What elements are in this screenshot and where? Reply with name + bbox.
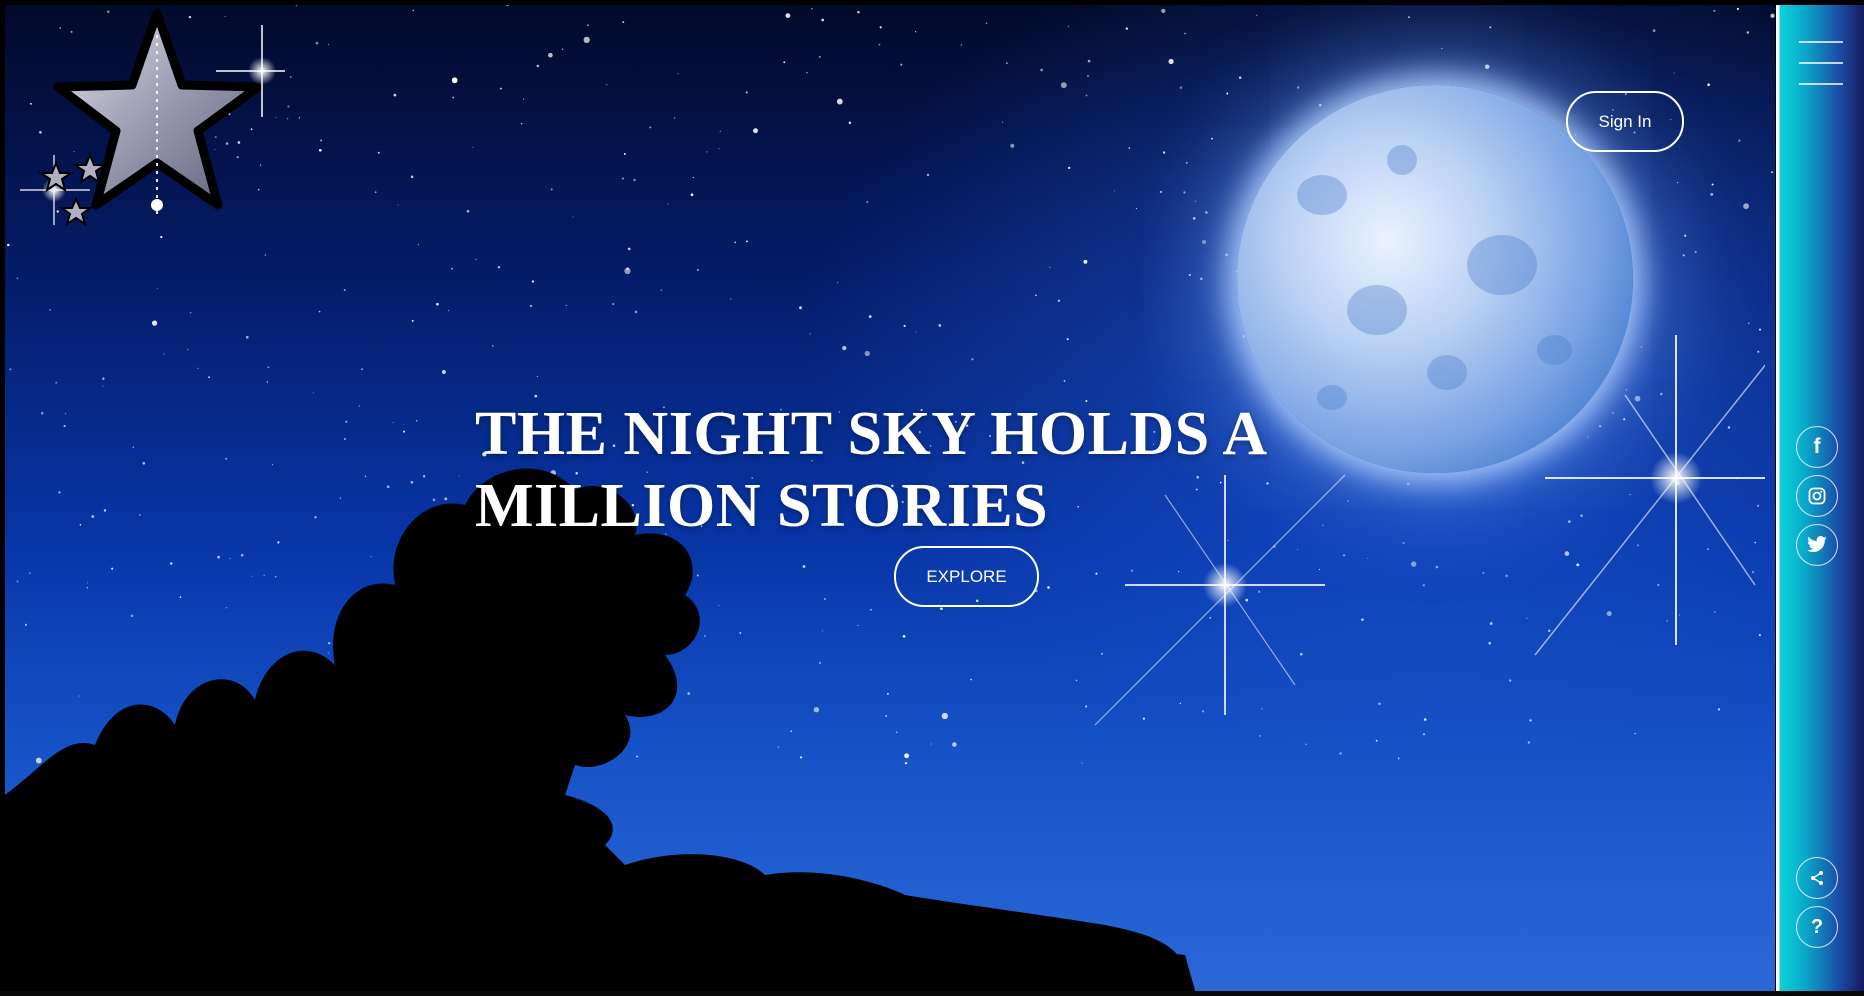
right-sidebar: f ? xyxy=(1776,5,1864,991)
facebook-icon[interactable]: f xyxy=(1796,426,1838,468)
tree-silhouette xyxy=(5,468,1195,991)
instagram-icon[interactable] xyxy=(1796,475,1838,517)
hero-title: THE NIGHT SKY HOLDS A MILLION STORIES xyxy=(475,400,1265,540)
star-logo xyxy=(20,8,285,227)
twitter-icon[interactable] xyxy=(1796,524,1838,566)
bottom-border xyxy=(0,991,1864,996)
hero-section: THE NIGHT SKY HOLDS A MILLION STORIES EX… xyxy=(5,5,1775,991)
hamburger-menu-icon[interactable] xyxy=(1799,41,1843,87)
sign-in-button[interactable]: Sign In xyxy=(1566,91,1684,152)
help-icon[interactable]: ? xyxy=(1796,906,1838,948)
explore-button[interactable]: EXPLORE xyxy=(894,546,1039,607)
share-icon[interactable] xyxy=(1796,857,1838,899)
